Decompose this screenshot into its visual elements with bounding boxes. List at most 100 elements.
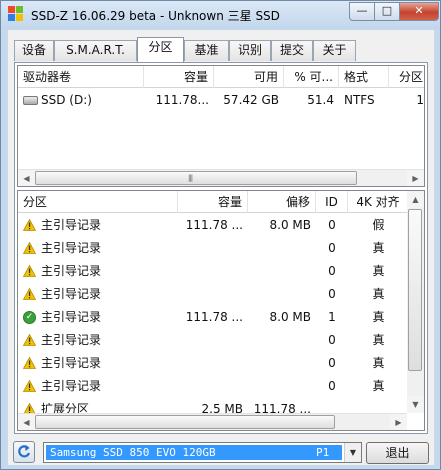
tab-about[interactable]: 关于 [313,40,356,61]
partition-name: 主引导记录 [41,379,102,393]
col-partition-capacity[interactable]: 容量 [178,191,248,213]
partition-capacity [178,237,248,260]
drive-selector-value: Samsung SSD 850 EVO 120GB P1 [46,445,342,460]
partition-name: 主引导记录 [41,310,102,324]
partition-4k-aligned: 真 [372,310,385,324]
warning-icon [23,288,36,300]
partition-row[interactable]: 主引导记录 0 真 [18,375,407,398]
tab-device[interactable]: 设备 [14,40,54,61]
partition-offset [248,352,316,375]
partitions-horizontal-scrollbar[interactable]: ◀ ▶ [18,413,407,430]
partition-4k-aligned: 假 [372,218,385,232]
check-icon: ✓ [23,311,36,324]
volume-name: SSD (D:) [41,93,92,107]
partition-row[interactable]: 主引导记录 0 真 [18,329,407,352]
volume-capacity: 111.78... [155,93,209,107]
drive-name: Samsung SSD 850 EVO 120GB [50,446,216,459]
col-partition-name[interactable]: 分区 [18,191,178,213]
partition-capacity [178,329,248,352]
partitions-hscroll-thumb[interactable] [35,415,335,429]
col-format[interactable]: 格式 [339,66,389,88]
partition-name: 主引导记录 [41,333,102,347]
col-percent-free[interactable]: % 可... [284,66,339,88]
partition-row[interactable]: 主引导记录 111.78 ... 8.0 MB 0 假 [18,214,407,237]
drive-partition-suffix: P1 [316,446,330,459]
partition-offset: 8.0 MB [269,310,311,324]
scroll-right-icon[interactable]: ▶ [390,414,407,430]
drive-selector[interactable]: Samsung SSD 850 EVO 120GB P1 ▼ [43,442,362,463]
partition-row[interactable]: 主引导记录 0 真 [18,237,407,260]
col-offset[interactable]: 偏移 [248,191,316,213]
ssd-z-app-icon [8,6,24,22]
partition-id: 0 [328,264,336,278]
partition-4k-aligned: 真 [372,333,385,347]
warning-icon [23,334,36,346]
tab-benchmark[interactable]: 基准 [184,40,229,61]
partition-name: 主引导记录 [41,218,102,232]
partition-offset: 8.0 MB [269,218,311,232]
close-button[interactable]: ✕ [399,2,439,21]
partitions-list[interactable]: 分区 容量 偏移 ID 4K 对齐 主引导记录 111.78 ... 8.0 MB 0… [17,190,425,431]
scroll-left-icon[interactable]: ◀ [18,414,35,430]
volumes-horizontal-scrollbar[interactable]: ◀ ||| ▶ [18,169,424,186]
partition-name: 主引导记录 [41,241,102,255]
col-4k-aligned[interactable]: 4K 对齐 [348,191,409,213]
scroll-down-icon[interactable]: ▼ [407,396,424,413]
partition-id: 0 [328,379,336,393]
tab-identify[interactable]: 识别 [229,40,271,61]
window-title: SSD-Z 16.06.29 beta - Unknown 三星 SSD [31,9,280,23]
col-volume[interactable]: 驱动器卷 [18,66,144,88]
tab-partitions[interactable]: 分区 [137,37,184,62]
partition-row[interactable]: 主引导记录 0 真 [18,260,407,283]
partitions-header: 分区 容量 偏移 ID 4K 对齐 [18,191,409,213]
volumes-header: 驱动器卷 容量 可用 % 可... 格式 分区 [18,66,424,88]
volume-row[interactable]: SSD (D:) 111.78... 57.42 GB 51.4 NTFS 1 [18,89,424,112]
partition-row[interactable]: 主引导记录 0 真 [18,283,407,306]
tab-smart[interactable]: S.M.A.R.T. [54,40,137,61]
partition-offset [248,260,316,283]
partition-id: 0 [328,333,336,347]
col-partition[interactable]: 分区 [389,66,424,88]
refresh-button[interactable] [13,441,35,463]
partition-id: 0 [328,287,336,301]
title-bar[interactable]: SSD-Z 16.06.29 beta - Unknown 三星 SSD — □… [1,1,440,29]
exit-button[interactable]: 退出 [366,442,429,464]
chevron-down-icon[interactable]: ▼ [344,443,361,462]
volumes-scroll-thumb[interactable]: ||| [35,171,357,185]
partition-offset [248,329,316,352]
partition-name: 主引导记录 [41,356,102,370]
partition-4k-aligned: 真 [372,287,385,301]
volume-percent-free: 51.4 [307,93,334,107]
partition-capacity: 111.78 ... [185,218,243,232]
partition-id: 0 [328,218,336,232]
partition-id: 1 [328,310,336,324]
warning-icon [23,380,36,392]
scroll-left-icon[interactable]: ◀ [18,170,35,186]
refresh-icon [18,445,31,458]
partition-row[interactable]: 主引导记录 0 真 [18,352,407,375]
partition-4k-aligned: 真 [372,356,385,370]
partition-offset [248,283,316,306]
warning-icon [23,242,36,254]
partition-offset [248,375,316,398]
maximize-button[interactable]: □ [374,2,400,21]
volume-free: 57.42 GB [223,93,279,107]
scroll-up-icon[interactable]: ▲ [407,191,424,208]
tab-submit[interactable]: 提交 [271,40,313,61]
partition-id: 0 [328,356,336,370]
partition-row[interactable]: ✓ 主引导记录 111.78 ... 8.0 MB 1 真 [18,306,407,329]
volumes-list[interactable]: 驱动器卷 容量 可用 % 可... 格式 分区 SSD (D:) 111.78.… [17,65,425,187]
col-id[interactable]: ID [316,191,348,213]
warning-icon [23,265,36,277]
partition-capacity [178,352,248,375]
partition-name: 主引导记录 [41,287,102,301]
col-capacity[interactable]: 容量 [144,66,214,88]
partitions-vscroll-thumb[interactable] [408,209,422,371]
scroll-right-icon[interactable]: ▶ [407,170,424,186]
minimize-button[interactable]: — [349,2,375,21]
bottom-bar: Samsung SSD 850 EVO 120GB P1 ▼ 退出 [8,434,434,465]
col-free[interactable]: 可用 [214,66,284,88]
volume-format: NTFS [344,93,375,107]
volume-partition: 1 [416,93,424,107]
partitions-vertical-scrollbar[interactable]: ▲ ▼ [407,191,424,413]
